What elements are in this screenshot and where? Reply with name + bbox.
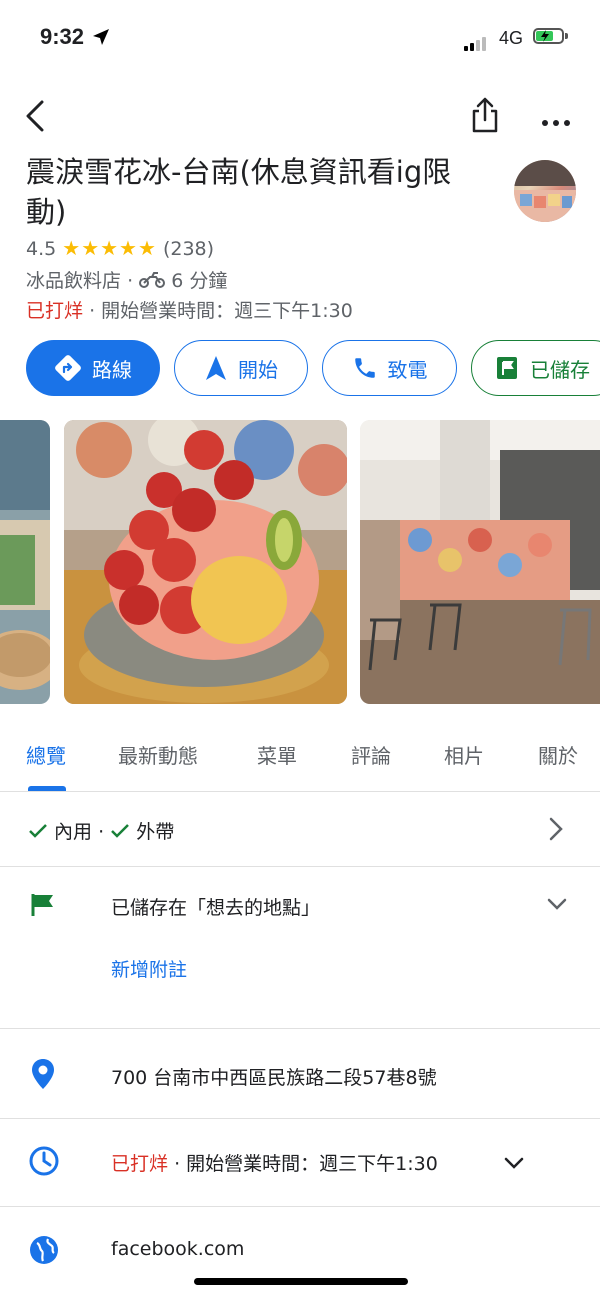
opening-time: 開始營業時間：週三下午1:30 xyxy=(101,300,353,322)
divider xyxy=(0,1118,600,1119)
photo-thumbnail[interactable] xyxy=(0,420,50,704)
battery-icon xyxy=(533,28,564,44)
divider xyxy=(0,866,600,867)
review-count: (238) xyxy=(162,238,215,260)
globe-icon xyxy=(28,1234,60,1270)
directions-button[interactable]: 路線 xyxy=(26,340,160,396)
address-text[interactable]: 700 台南市中西區民族路二段57巷8號 xyxy=(111,1063,437,1090)
clock-icon xyxy=(28,1145,60,1181)
location-arrow-icon xyxy=(93,29,110,45)
more-horizontal-icon xyxy=(542,120,570,126)
divider xyxy=(0,1028,600,1029)
hours-row[interactable]: 已打烊 · 開始營業時間：週三下午1:30 xyxy=(111,1149,438,1176)
directions-icon xyxy=(55,355,81,381)
divider xyxy=(0,1206,600,1207)
start-navigation-button[interactable]: 開始 xyxy=(174,340,308,396)
motorcycle-icon xyxy=(139,272,166,288)
call-button[interactable]: 致電 xyxy=(322,340,457,396)
phone-icon xyxy=(354,358,375,378)
home-indicator xyxy=(194,1278,408,1285)
closed-status: 已打烊 xyxy=(26,300,84,322)
service-options-row[interactable]: 內用 · 外帶 xyxy=(28,817,588,844)
check-icon xyxy=(29,824,47,838)
share-button[interactable] xyxy=(469,96,501,138)
back-button[interactable] xyxy=(22,98,48,138)
category-row: 冰品飲料店 · 6 分鐘 xyxy=(26,270,228,292)
hours-closed-status: 已打烊 xyxy=(111,1153,169,1175)
battery-tip xyxy=(565,33,568,39)
place-title: 震淚雪花冰-台南(休息資訊看ig限動) xyxy=(26,155,452,229)
tab-photos[interactable]: 相片 xyxy=(444,740,484,769)
saved-button[interactable]: 已儲存 xyxy=(471,340,600,396)
takeout-label: 外帶 xyxy=(136,821,175,843)
star-rating-icon: ★★★★★ xyxy=(62,236,157,260)
network-label: 4G xyxy=(499,28,524,48)
chevron-right-icon xyxy=(548,816,564,846)
check-icon xyxy=(111,824,130,838)
travel-time: 6 分鐘 xyxy=(171,270,228,292)
rating-row[interactable]: 4.5 ★★★★★ (238) xyxy=(26,236,214,260)
website-link[interactable]: facebook.com xyxy=(111,1238,244,1260)
tab-overview[interactable]: 總覽 xyxy=(26,740,66,769)
hours-chevron-down-icon[interactable] xyxy=(503,1155,525,1174)
saved-list-text: 已儲存在「想去的地點」 xyxy=(111,897,321,919)
divider xyxy=(0,791,600,792)
tab-reviews[interactable]: 評論 xyxy=(351,740,391,769)
tab-about[interactable]: 關於 xyxy=(538,740,578,769)
photo-shaved-ice[interactable] xyxy=(64,420,347,704)
hours-summary: 已打烊 · 開始營業時間：週三下午1:30 xyxy=(26,300,353,322)
navigation-arrow-icon xyxy=(206,356,226,380)
share-icon xyxy=(472,97,498,133)
status-time: 9:32 xyxy=(40,24,110,50)
back-arrow-icon xyxy=(26,100,44,132)
hours-opening: 開始營業時間：週三下午1:30 xyxy=(186,1153,438,1175)
place-thumbnail[interactable] xyxy=(514,160,576,222)
tab-menu[interactable]: 菜單 xyxy=(257,740,297,769)
more-options-button[interactable] xyxy=(541,112,571,131)
chevron-down-icon[interactable] xyxy=(546,896,568,915)
location-pin-icon xyxy=(31,1058,55,1094)
saved-flag-icon xyxy=(497,357,517,379)
tab-updates[interactable]: 最新動態 xyxy=(118,740,198,769)
rating-value: 4.5 xyxy=(26,238,57,260)
saved-list-flag-icon xyxy=(30,892,56,922)
dine-in-label: 內用 xyxy=(54,821,93,843)
signal-icon xyxy=(464,32,488,51)
add-note-link[interactable]: 新增附註 xyxy=(111,955,187,982)
photo-interior[interactable] xyxy=(360,420,600,704)
place-category: 冰品飲料店 xyxy=(26,270,122,292)
